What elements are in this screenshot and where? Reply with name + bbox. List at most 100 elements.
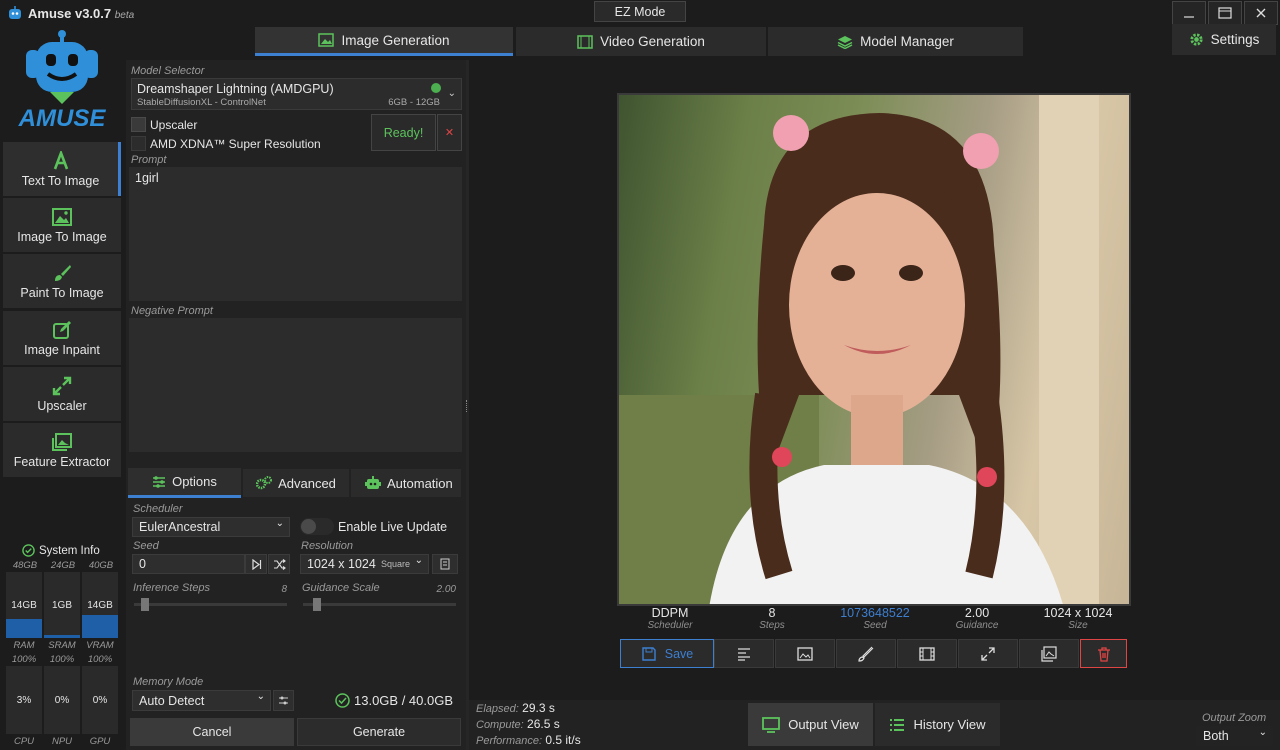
step-icon (251, 558, 261, 570)
inference-steps-value: 8 (281, 584, 287, 595)
chevron-down-icon: ⌄ (1258, 727, 1267, 738)
inference-steps-slider[interactable] (134, 598, 287, 611)
sram-label: SRAM (48, 640, 76, 651)
send-to-feature-extractor-button[interactable] (1019, 639, 1079, 668)
resolution-settings-button[interactable] (432, 554, 458, 574)
seed-random-button[interactable] (268, 554, 290, 574)
model-status-indicator (431, 83, 441, 93)
stat-size: 1024 x 1024 Size (1043, 606, 1113, 631)
cancel-button[interactable]: Cancel (130, 718, 294, 746)
gpu-max: 100% (87, 654, 113, 665)
tab-video-generation[interactable]: Video Generation (516, 27, 766, 56)
ez-mode-button[interactable]: EZ Mode (594, 1, 686, 22)
tab-model-manager[interactable]: Model Manager (768, 27, 1023, 56)
guidance-scale-slider[interactable] (303, 598, 456, 611)
chevron-down-icon: ⌄ (275, 518, 284, 529)
cancel-load-button[interactable]: ✕ (437, 114, 462, 151)
upscaler-checkbox[interactable] (131, 117, 146, 132)
scheduler-dropdown[interactable]: EulerAncestral ⌄ (132, 517, 290, 537)
send-to-paint-button[interactable] (836, 639, 896, 668)
output-zoom-label: Output Zoom (1202, 712, 1267, 724)
seed-label: Seed (133, 540, 159, 552)
sidebar-item-image-to-image[interactable]: Image To Image (3, 198, 121, 252)
scheduler-label: Scheduler (133, 503, 183, 515)
send-to-video-button[interactable] (897, 639, 957, 668)
cpu-gauge: 3% (6, 666, 42, 734)
minimize-button[interactable] (1172, 1, 1206, 25)
timing-info: Elapsed: 29.3 s Compute: 26.5 s Performa… (476, 701, 581, 747)
image-icon (797, 646, 813, 661)
edit-icon (53, 320, 71, 339)
sliders-icon (279, 696, 288, 705)
upscaler-label: Upscaler (150, 118, 198, 132)
output-zoom-dropdown[interactable]: Both ⌄ (1196, 726, 1273, 746)
check-circle-icon (335, 693, 350, 708)
output-view-button[interactable]: Output View (748, 703, 873, 746)
close-window-button[interactable] (1244, 1, 1278, 25)
sidebar-item-image-inpaint[interactable]: Image Inpaint (3, 311, 121, 365)
settings-button[interactable]: Settings (1172, 24, 1276, 55)
guidance-scale-value: 2.00 (436, 584, 456, 595)
sidebar-item-text-to-image[interactable]: Text To Image (3, 142, 121, 196)
ram-label: RAM (13, 640, 35, 651)
slider-thumb[interactable] (141, 598, 149, 611)
delete-button[interactable] (1080, 639, 1127, 668)
memory-mode-label: Memory Mode (133, 676, 204, 688)
tab-advanced[interactable]: Advanced (243, 469, 349, 497)
robot-icon (365, 476, 381, 489)
npu-gauge: 0% (44, 666, 80, 734)
vram-label: VRAM (86, 640, 114, 651)
portrait-illustration (619, 95, 1099, 604)
system-info-title: System Info (22, 544, 100, 557)
gears-icon (256, 476, 273, 490)
seed-input[interactable]: 0 (132, 554, 245, 574)
save-button[interactable]: Save (620, 639, 714, 668)
sidebar-item-feature-extractor[interactable]: Feature Extractor (3, 423, 121, 477)
live-update-label: Enable Live Update (338, 520, 448, 534)
memory-mode-dropdown[interactable]: Auto Detect ⌄ (132, 690, 271, 711)
tab-automation[interactable]: Automation (351, 469, 461, 497)
stat-guidance: 2.00 Guidance (955, 606, 999, 631)
sram-total: 24GB (50, 560, 76, 571)
sidebar-item-paint-to-image[interactable]: Paint To Image (3, 254, 121, 308)
align-left-icon (738, 647, 750, 661)
details-button[interactable] (714, 639, 774, 668)
memory-settings-button[interactable] (273, 690, 294, 711)
chevron-down-icon: ⌄ (414, 555, 423, 566)
vram-gauge: 14GB (82, 572, 118, 638)
stat-seed[interactable]: 1073648522 Seed (825, 606, 925, 631)
seed-lock-button[interactable] (245, 554, 267, 574)
chevron-down-icon: ⌄ (447, 88, 456, 99)
prompt-label: Prompt (131, 154, 167, 166)
resolution-dropdown[interactable]: 1024 x 1024 Square ⌄ (300, 554, 429, 574)
xdna-checkbox[interactable] (131, 136, 146, 151)
brush-icon (55, 264, 71, 281)
film-icon (919, 646, 935, 661)
guidance-scale-label: Guidance Scale (302, 582, 380, 594)
film-icon (577, 34, 593, 49)
send-to-upscaler-button[interactable] (958, 639, 1018, 668)
trash-icon (1097, 646, 1110, 662)
ram-gauge: 14GB (6, 572, 42, 638)
expand-icon (981, 646, 995, 661)
resolution-label: Resolution (301, 540, 353, 552)
tab-image-generation[interactable]: Image Generation (255, 27, 513, 56)
negative-prompt-input[interactable] (129, 318, 462, 452)
send-to-image-button[interactable] (775, 639, 835, 668)
generate-button[interactable]: Generate (297, 718, 461, 746)
amuse-logo-text: AMUSE (18, 105, 106, 132)
image-icon (52, 207, 72, 226)
tab-options[interactable]: Options (128, 468, 241, 498)
stat-scheduler: DDPM Scheduler (647, 606, 693, 631)
memory-usage: 13.0GB / 40.0GB (335, 693, 453, 708)
history-view-button[interactable]: History View (875, 703, 1000, 746)
maximize-button[interactable] (1208, 1, 1242, 25)
live-update-toggle[interactable] (300, 518, 334, 535)
ready-status-button[interactable]: Ready! (371, 114, 436, 151)
model-selector-dropdown[interactable]: Dreamshaper Lightning (AMDGPU) StableDif… (131, 78, 462, 110)
sidebar-item-upscaler[interactable]: Upscaler (3, 367, 121, 421)
negative-prompt-label: Negative Prompt (131, 305, 213, 317)
prompt-input[interactable]: 1girl (129, 167, 462, 301)
slider-thumb[interactable] (313, 598, 321, 611)
model-selector-label: Model Selector (131, 65, 205, 77)
